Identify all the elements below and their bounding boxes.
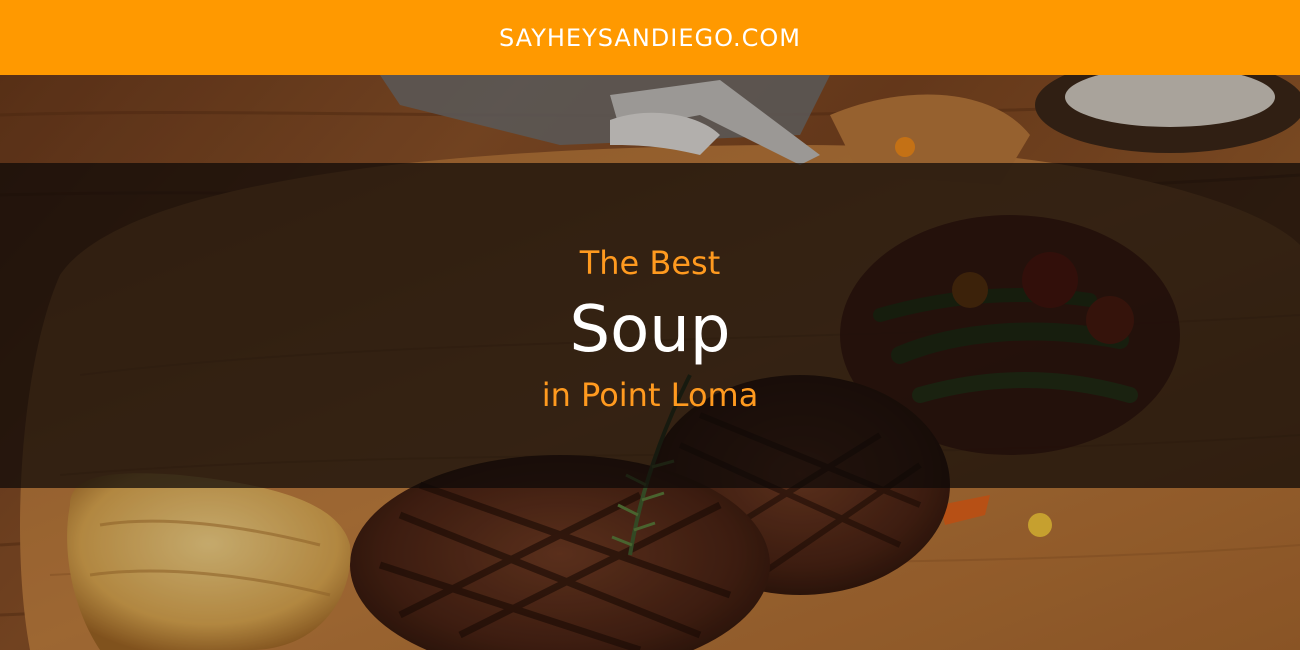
site-name[interactable]: SAYHEYSANDIEGO.COM: [499, 24, 801, 52]
page: SAYHEYSANDIEGO.COM The Best Soup in Poin…: [0, 0, 1300, 650]
headline-title: Soup: [569, 292, 731, 367]
headline-overlay: The Best Soup in Point Loma: [0, 163, 1300, 488]
site-header-bar: SAYHEYSANDIEGO.COM: [0, 0, 1300, 75]
headline-subtitle: in Point Loma: [541, 375, 759, 414]
hero-section: The Best Soup in Point Loma: [0, 75, 1300, 650]
headline-kicker: The Best: [579, 243, 721, 282]
